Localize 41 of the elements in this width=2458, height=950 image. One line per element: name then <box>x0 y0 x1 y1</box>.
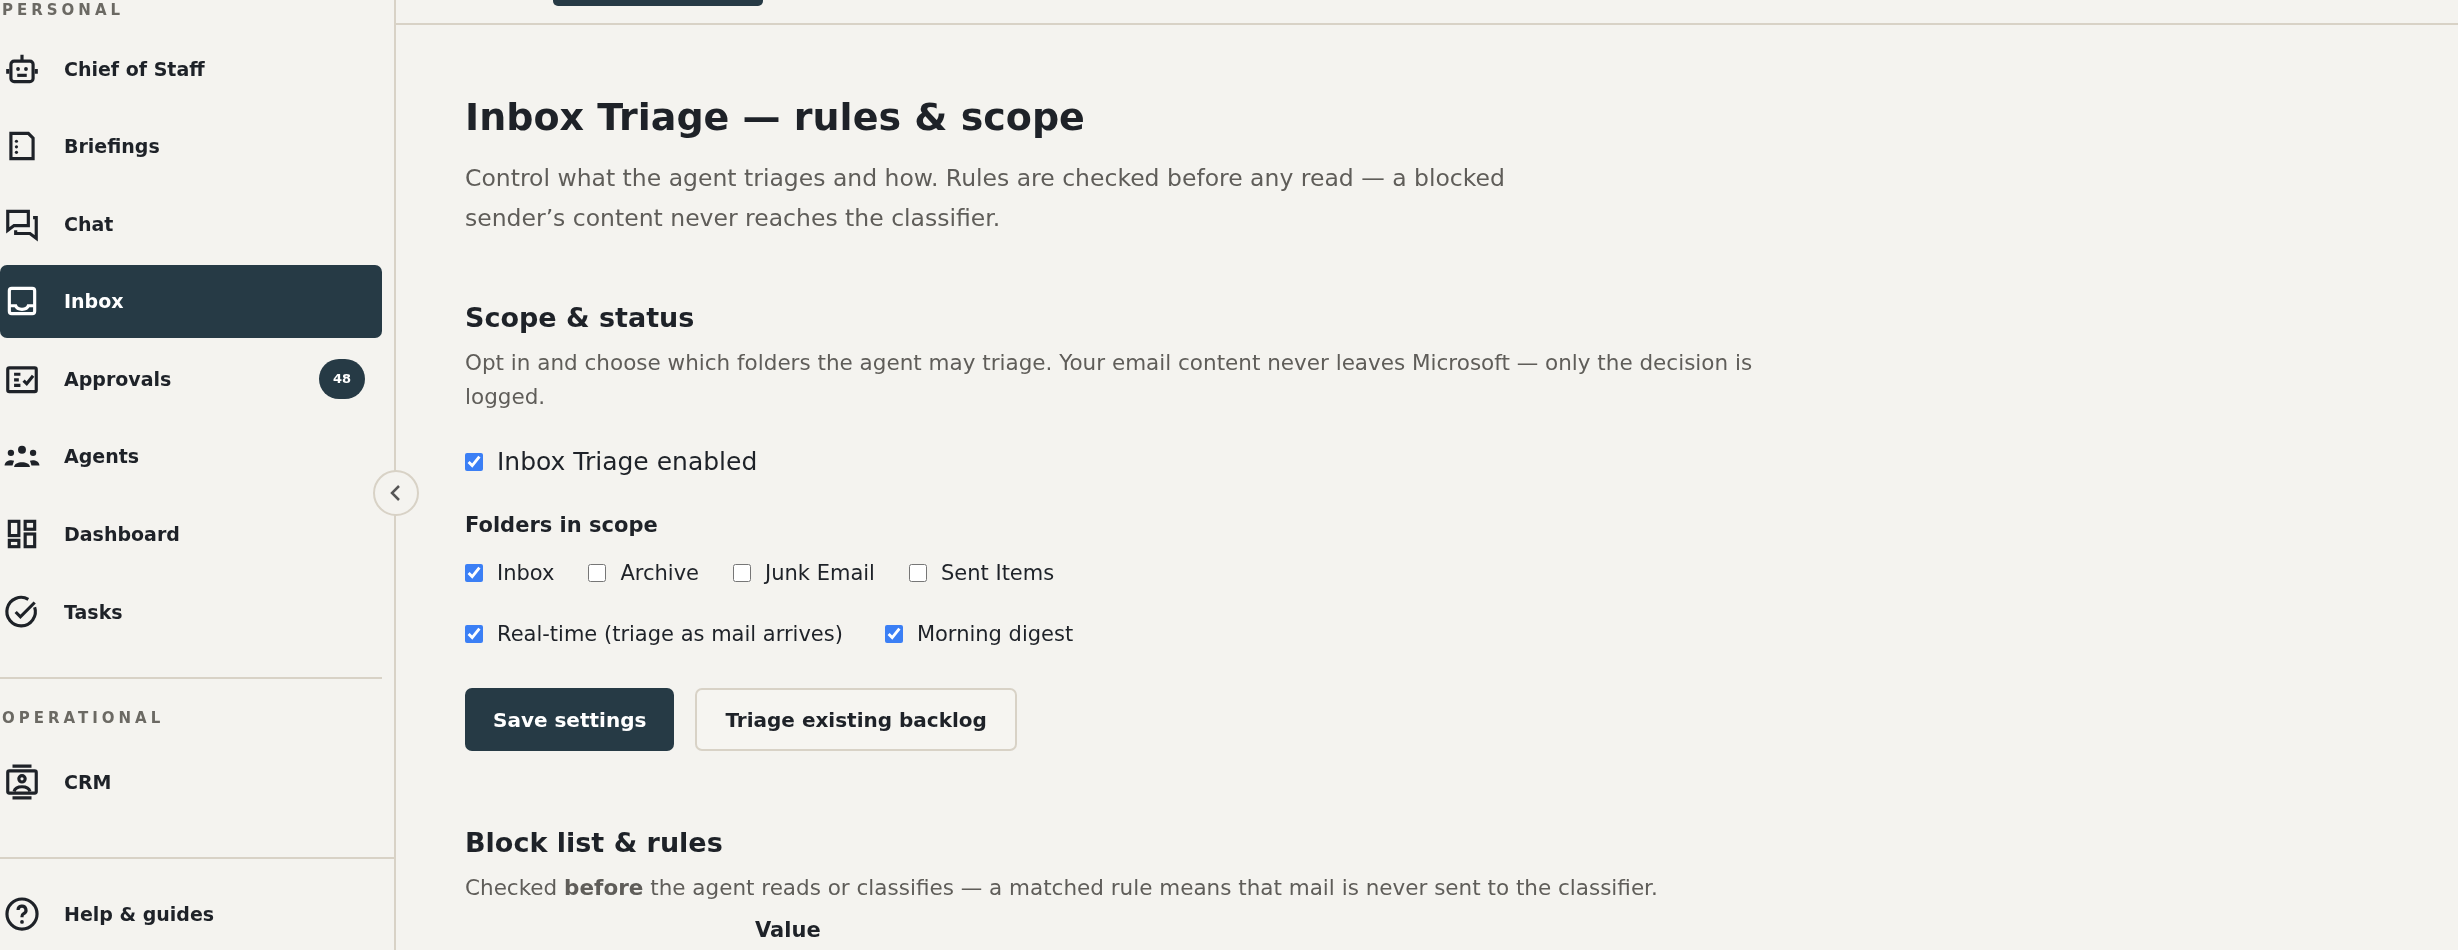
checkbox-label: Junk Email <box>765 560 875 587</box>
field-label: Folders in scope <box>465 512 659 538</box>
help-icon <box>3 894 41 933</box>
checkbox[interactable] <box>465 564 483 582</box>
section-label: OPERATIONAL <box>2 708 166 729</box>
nav-item[interactable]: Approvals 48 <box>0 342 382 416</box>
backlog-button[interactable]: Triage existing backlog <box>695 688 1017 751</box>
page-title: Inbox Triage — rules & scope <box>465 94 1086 141</box>
nav-item[interactable]: Help & guides <box>0 877 382 950</box>
checkbox-label: Inbox <box>497 560 555 587</box>
checkbox[interactable] <box>465 453 483 471</box>
chevron-left-icon <box>389 484 403 502</box>
checkbox-label: Real-time (triage as mail arrives) <box>497 621 843 648</box>
nav-item[interactable]: Tasks <box>0 575 382 649</box>
column-header: Value <box>755 917 821 943</box>
checkbox[interactable] <box>908 564 927 582</box>
nav-item[interactable]: Inbox <box>0 264 382 338</box>
checkbox[interactable] <box>884 625 903 643</box>
checkbox[interactable] <box>733 564 752 582</box>
contact-card-icon <box>3 762 41 801</box>
nav-item[interactable]: Chief of Staff <box>0 32 382 105</box>
nav-item[interactable]: Dashboard <box>0 497 382 571</box>
nav-item[interactable]: Agents <box>0 419 382 493</box>
checkbox[interactable] <box>465 625 483 643</box>
section-label: PERSONAL <box>2 0 126 20</box>
checkbox-label: Archive <box>620 560 700 587</box>
nav-item[interactable]: Briefings <box>0 109 382 183</box>
checkbox-label: Sent Items <box>940 560 1055 587</box>
nav-item[interactable]: CRM <box>0 745 382 819</box>
section-heading: Block list & rules <box>465 826 724 860</box>
nav-item[interactable]: Chat <box>0 187 382 261</box>
collapse-button[interactable] <box>373 470 419 516</box>
checkbox-label: Inbox Triage enabled <box>497 446 758 478</box>
section-heading: Scope & status <box>465 301 696 335</box>
section-description: Checked before the agent reads or classifies — a matched rule means that mail is never sent to the classifier. <box>465 874 1659 902</box>
checkbox-label: Morning digest <box>916 621 1074 648</box>
page-description: Control what the agent triages and how. Rules are checked before any read — a blocked sender’s content never reaches the classifier. <box>465 163 1506 234</box>
save-button[interactable]: Save settings <box>465 688 675 751</box>
count-badge: 48 <box>319 358 365 399</box>
checkbox[interactable] <box>588 564 607 582</box>
section-description: Opt in and choose which folders the agent may triage. Your email content never leaves Microsoft — only the decision is logged. <box>465 349 1754 411</box>
